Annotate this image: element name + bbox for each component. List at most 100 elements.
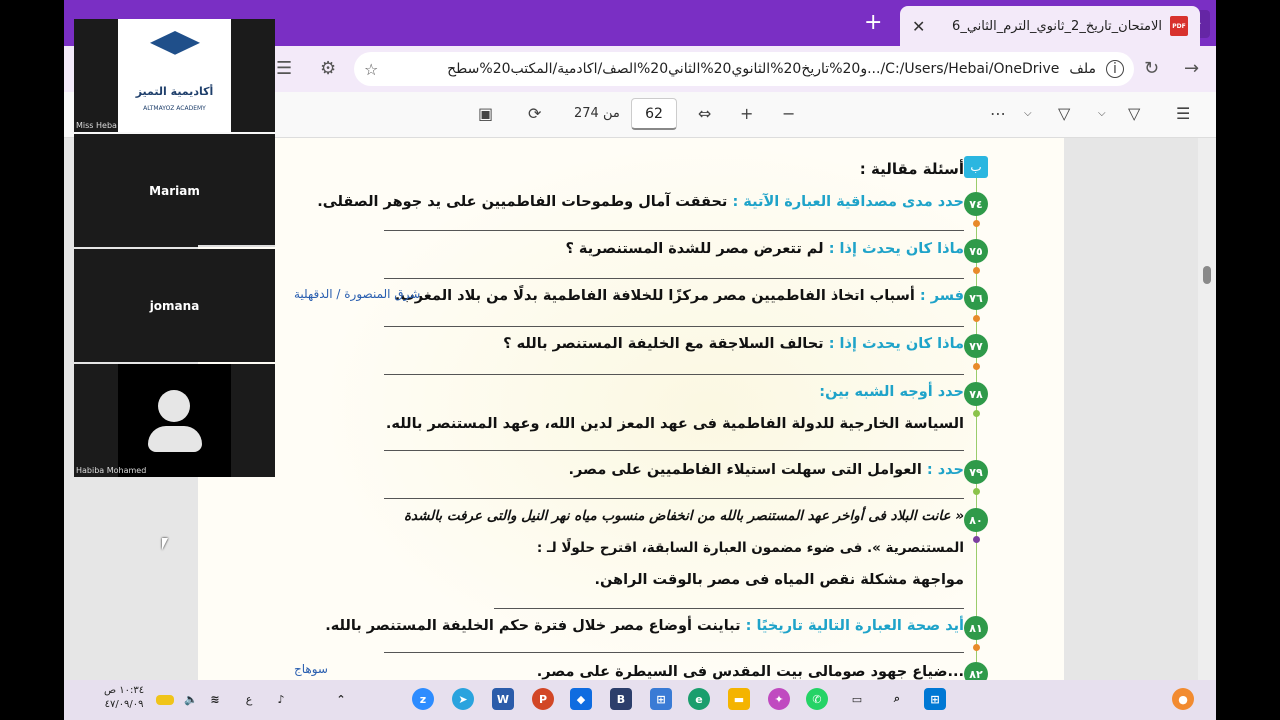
question-number: ٧٧ [964,334,988,358]
question-80-line2: المستنصرية ». فى ضوء مضمون العبارة الساب… [536,540,964,556]
app-b-icon[interactable]: B [610,688,632,710]
new-tab-button[interactable]: + [864,10,882,35]
participant-tile[interactable]: أكاديمية التميز ALTMAYOZ ACADEMY Miss He… [74,19,275,132]
file-explorer-icon[interactable]: ▬ [728,688,750,710]
participant-name: jomana [149,299,200,313]
source-note: سوهاج [294,662,328,676]
zoom-app-icon[interactable]: z [412,688,434,710]
answer-line [494,608,964,609]
draw-icon[interactable]: ▽ [1058,104,1070,123]
forward-icon[interactable]: → [1184,58,1199,79]
notification-icon[interactable]: ● [1172,688,1194,710]
zoom-out-button[interactable]: − [782,104,795,123]
powerpoint-icon[interactable]: P [532,688,554,710]
participant-name: Miss Heba [76,121,117,130]
question-80-line3: مواجهة مشكلة نقص المياه فى مصر بالوقت ال… [594,572,964,588]
timeline-dot [973,267,980,274]
volume-icon[interactable]: 🔈 [180,688,202,710]
battery-icon[interactable] [156,695,174,705]
question-78-label: حدد أوجه الشبه بين: [819,384,964,400]
more-icon[interactable]: ⋯ [990,104,1006,123]
answer-line [384,498,964,499]
question-79: حدد : العوامل التى سهلت استيلاء الفاطميي… [568,462,965,478]
windows-icon[interactable]: ⊞ [924,688,946,710]
question-77: ماذا كان يحدث إذا : تحالف السلاجقة مع ال… [503,336,964,352]
timeline-dot [973,220,980,227]
timeline-line [976,158,977,678]
wifi-icon[interactable]: ≋ [204,688,226,710]
scrollbar-thumb[interactable] [1203,266,1211,284]
fit-width-icon[interactable]: ⇔ [698,104,711,123]
language-indicator[interactable]: ع [238,688,260,710]
highlight-icon[interactable]: ▽ [1128,104,1140,123]
timeline-dot [973,363,980,370]
info-icon[interactable]: i [1106,60,1124,78]
question-75: ماذا كان يحدث إذا : لم تتعرض مصر للشدة ا… [565,241,964,257]
section-heading: أسئلة مقالية : [859,160,964,178]
avatar-body [148,426,202,452]
page-count: من 274 [574,106,620,121]
avatar-head [158,390,190,422]
file-label: ملف [1069,61,1096,77]
question-82: ...ضياع جهود صومالى بيت المقدس فى السيطر… [536,664,964,680]
page-view-icon[interactable]: ▣ [478,104,493,123]
taskbar: ١٠:٣٤ ص ٤٧/٠٩/٠٩ 🔈 ≋ ع ♪ ⌃ z ➤ W P ◆ B ⊞ … [64,680,1216,720]
question-number: ٧٩ [964,460,988,484]
whatsapp-icon[interactable]: ✆ [806,688,828,710]
search-icon[interactable]: ⌕ [886,688,908,710]
copilot-icon[interactable]: ✦ [768,688,790,710]
clock[interactable]: ١٠:٣٤ ص ٤٧/٠٩/٠٩ [104,684,144,712]
draw-dropdown-icon[interactable]: ⌵ [1024,108,1032,119]
academy-logo: أكاديمية التميز ALTMAYOZ ACADEMY [118,19,231,132]
logo-text: أكاديمية التميز [135,85,214,98]
timeline-dot [973,315,980,322]
windows-start-icon[interactable]: ⊞ [650,688,672,710]
telegram-icon[interactable]: ➤ [452,688,474,710]
page-number-input[interactable]: 62 [631,98,677,130]
edge-icon[interactable]: e [688,688,710,710]
timeline-dot [973,536,980,543]
timeline-dot [973,410,980,417]
tab-pdf[interactable]: PDF الامتحان_تاريخ_2_ثانوي_الترم_الثاني_… [900,6,1200,46]
close-tab-icon[interactable]: ✕ [912,17,925,36]
task-view-icon[interactable]: ▭ [846,688,868,710]
address-bar[interactable]: ☆ C:/Users/Hebai/OneDrive/...و20%تاريخ20… [354,52,1134,86]
timeline-dot [973,488,980,495]
screen: ⌵ PDF الامتحان_تاريخ_2_ثانوي_الترم_الثان… [0,0,1280,720]
question-number: ٨١ [964,616,988,640]
contents-icon[interactable]: ☰ [1176,104,1190,123]
question-81: أيد صحة العبارة التالية تاريخيًا : تباين… [325,618,964,634]
answer-line [384,450,964,451]
question-80: « عانت البلاد فى أواخر عهد المستنصر بالل… [403,508,964,524]
avatar [118,364,231,477]
participant-tile[interactable]: jomana [74,249,275,362]
question-74: حدد مدى مصداقية العبارة الآتية : تحققت آ… [317,194,964,210]
answer-line [384,374,964,375]
tray-overflow-icon[interactable]: ⌃ [330,688,352,710]
logo-subtext: ALTMAYOZ ACADEMY [143,105,206,112]
question-number: ٨٠ [964,508,988,532]
microphone-icon[interactable]: ♪ [270,688,292,710]
question-number: ٧٥ [964,239,988,263]
refresh-icon[interactable]: ↻ [1144,58,1159,79]
participant-tile[interactable]: Habiba Mohamed [74,364,275,477]
graduation-cap-icon [150,31,200,55]
favorite-star-icon[interactable]: ☆ [364,60,378,79]
favorites-icon[interactable]: ☰ [276,58,292,79]
answer-line [384,652,964,653]
dropbox-icon[interactable]: ◆ [570,688,592,710]
tile-divider [198,245,275,247]
zoom-in-button[interactable]: + [740,104,753,123]
rotate-icon[interactable]: ⟳ [528,104,541,123]
highlight-dropdown-icon[interactable]: ⌵ [1098,108,1106,119]
answer-line [384,326,964,327]
word-icon[interactable]: W [492,688,514,710]
participant-name: Mariam [149,184,200,198]
extensions-icon[interactable]: ⚙ [320,58,336,79]
vertical-scrollbar[interactable] [1198,138,1216,680]
participant-tile[interactable]: Mariam [74,134,275,247]
source-note: شرق المنصورة / الدقهلية [294,287,421,301]
url-text[interactable]: C:/Users/Hebai/OneDrive/...و20%تاريخ20%ا… [388,61,1059,77]
answer-line [384,230,964,231]
question-78: السياسة الخارجية للدولة الفاطمية فى عهد … [385,416,964,432]
